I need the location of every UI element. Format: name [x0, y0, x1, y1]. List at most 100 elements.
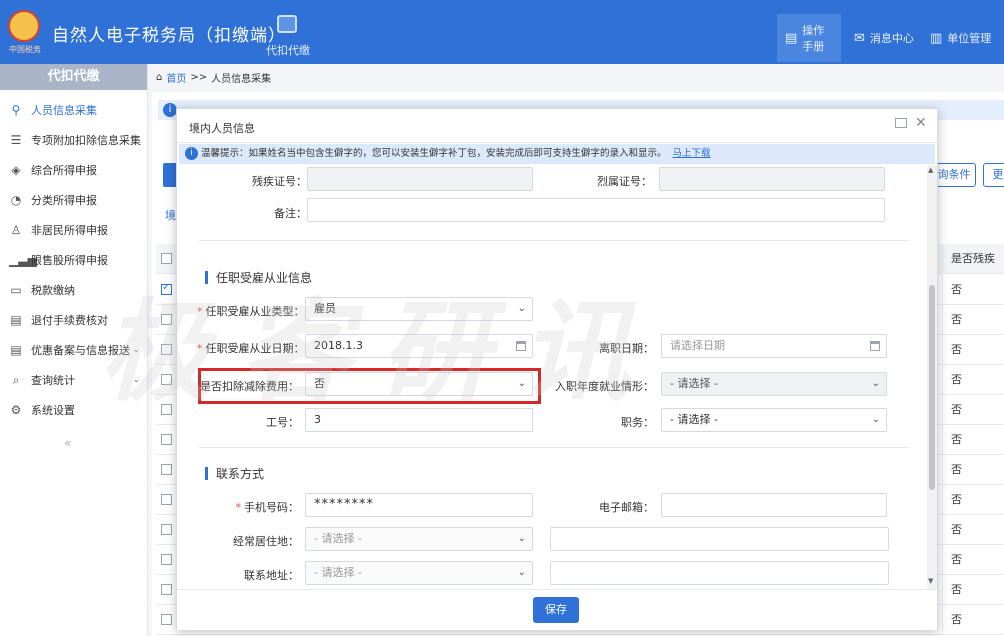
leave-date-field[interactable]: 请选择日期	[661, 334, 887, 358]
residence-detail-field[interactable]	[550, 527, 889, 551]
query-conditions-button[interactable]: 询条件	[932, 163, 976, 187]
sidebar-heading: 代扣代缴	[0, 64, 147, 90]
row-checkbox[interactable]	[161, 614, 172, 625]
tip-text: 温馨提示：如果姓名当中包含生僻字的，您可以安装生僻字补丁包，安装完成后即可支持生…	[201, 148, 667, 159]
sidebar-item-tax-payment[interactable]: ▭ 税款缴纳	[0, 275, 148, 305]
bars-icon: ▁▃▅	[9, 253, 37, 267]
job-no-label: 工号：	[266, 416, 299, 429]
phone-label: * 手机号码：	[235, 501, 300, 514]
person-info-dialog: 境内人员信息 ✕ i 温馨提示：如果姓名当中包含生僻字的，您可以安装生僻字补丁包…	[176, 108, 938, 630]
cell-disabled: 否	[942, 335, 1004, 365]
background-primary-button[interactable]	[163, 163, 177, 187]
app-title: 自然人电子税务局（扣缴端）	[52, 26, 286, 46]
employment-type-select[interactable]: 雇员 ⌄	[305, 297, 533, 321]
row-checkbox[interactable]	[161, 464, 172, 475]
wallet-icon[interactable]	[277, 15, 297, 33]
employment-type-label: * 任职受雇从业类型：	[197, 305, 305, 318]
close-icon[interactable]: ✕	[915, 115, 927, 131]
position-select[interactable]: - 请选择 - ⌄	[661, 408, 887, 432]
dialog-footer: 保存	[177, 589, 937, 630]
disability-no-label: 残疾证号：	[252, 175, 307, 188]
contact-address-label: 联系地址：	[244, 569, 299, 582]
tab-domestic[interactable]: 境	[165, 207, 176, 223]
job-no-field[interactable]: 3	[305, 408, 533, 432]
calendar-icon	[516, 341, 526, 351]
download-link[interactable]: 马上下载	[673, 148, 711, 159]
cell-disabled: 否	[942, 455, 1004, 485]
row-checkbox[interactable]	[161, 494, 172, 505]
row-checkbox[interactable]	[161, 344, 172, 355]
employment-date-field[interactable]: 2018.1.3	[305, 334, 533, 358]
scroll-thumb[interactable]	[929, 285, 935, 490]
row-checkbox[interactable]	[161, 314, 172, 325]
phone-field[interactable]: ********	[305, 493, 533, 517]
entry-year-select[interactable]: - 请选择 - ⌄	[661, 372, 887, 396]
dialog-tip: i 温馨提示：如果姓名当中包含生僻字的，您可以安装生僻字补丁包，安装完成后即可支…	[179, 144, 935, 164]
position-label: 职务：	[621, 416, 654, 429]
dialog-scrollbar[interactable]: ▲ ▼	[927, 165, 937, 589]
sidebar-item-nonresident[interactable]: ♙ 非居民所得申报	[0, 215, 148, 245]
top-header: 中国税务 自然人电子税务局（扣缴端） 代扣代缴 ▤ 操作手册 ✉ 消息中心 ▥ …	[0, 0, 1004, 64]
dialog-header: 境内人员信息 ✕	[177, 109, 937, 143]
row-checkbox[interactable]	[161, 404, 172, 415]
email-field[interactable]	[661, 493, 887, 517]
sidebar-item-restricted-shares[interactable]: ▁▃▅ 限售股所得申报	[0, 245, 148, 275]
martyr-no-field[interactable]	[659, 167, 885, 191]
cell-disabled: 否	[942, 485, 1004, 515]
chevron-down-icon: ⌄	[871, 378, 880, 389]
sidebar-item-query-stats[interactable]: ⌕ 查询统计 ⌄	[0, 365, 148, 395]
user-icon: ♙	[10, 223, 22, 237]
info-icon: i	[163, 103, 177, 117]
message-center-button[interactable]: ✉ 消息中心	[846, 14, 922, 62]
breadcrumb-home[interactable]: 首页	[166, 70, 186, 85]
employment-date-label: * 任职受雇从业日期：	[197, 342, 305, 355]
collapse-sidebar-button[interactable]: «	[64, 436, 71, 450]
manual-button[interactable]: ▤ 操作手册	[777, 14, 841, 62]
more-button[interactable]: 更	[983, 163, 1004, 187]
row-checkbox[interactable]	[161, 554, 172, 565]
person-icon: ⚲	[11, 103, 21, 117]
nav-withholding[interactable]: 代扣代缴	[262, 42, 314, 58]
scroll-down-icon[interactable]: ▼	[928, 577, 933, 585]
dialog-title: 境内人员信息	[189, 122, 255, 135]
disability-no-field[interactable]	[307, 167, 533, 191]
maximize-icon[interactable]	[895, 118, 907, 128]
doc-icon: ▤	[10, 313, 22, 327]
cell-disabled: 否	[942, 545, 1004, 575]
sidebar-item-settings[interactable]: ⚙ 系统设置	[0, 395, 148, 425]
sidebar-item-special-deduction[interactable]: ☰ 专项附加扣除信息采集	[0, 125, 148, 155]
doc-icon: ▤	[10, 343, 22, 357]
unit-management-button[interactable]: ▥ 单位管理	[922, 14, 999, 62]
select-all-checkbox[interactable]	[161, 253, 172, 264]
save-button[interactable]: 保存	[533, 597, 579, 623]
row-checkbox[interactable]	[161, 374, 172, 385]
cell-disabled: 否	[942, 425, 1004, 455]
chevron-down-icon: ⌄	[871, 414, 880, 425]
cell-disabled: 否	[942, 365, 1004, 395]
sidebar-item-preference-filing[interactable]: ▤ 优惠备案与信息报送 ⌄	[0, 335, 148, 365]
chevron-down-icon: ⌄	[517, 567, 526, 578]
folder-icon: ▭	[10, 283, 22, 297]
row-checkbox[interactable]	[161, 434, 172, 445]
scroll-up-icon[interactable]: ▲	[928, 166, 933, 174]
chevron-down-icon: ⌄	[132, 375, 140, 385]
row-checkbox[interactable]	[161, 524, 172, 535]
residence-label: 经常居住地：	[233, 535, 299, 548]
sidebar-item-classified-income[interactable]: ◔ 分类所得申报	[0, 185, 148, 215]
breadcrumb-sep: >>	[190, 72, 208, 83]
remark-field[interactable]	[307, 198, 885, 222]
remark-label: 备注：	[274, 207, 307, 220]
sidebar-item-person-info[interactable]: ⚲ 人员信息采集	[0, 95, 148, 125]
divider	[199, 447, 909, 448]
breadcrumb: ⌂ 首页 >> 人员信息采集	[156, 70, 271, 85]
residence-select[interactable]: - 请选择 - ⌄	[305, 527, 533, 551]
sidebar-item-refund-check[interactable]: ▤ 退付手续费核对	[0, 305, 148, 335]
row-checkbox[interactable]	[161, 282, 172, 295]
row-checkbox[interactable]	[161, 584, 172, 595]
contact-address-select[interactable]: - 请选择 - ⌄	[305, 561, 533, 585]
contact-address-detail-field[interactable]	[550, 561, 889, 585]
chevron-down-icon: ⌄	[517, 303, 526, 314]
search-icon: ⌕	[12, 372, 20, 387]
logo-caption: 中国税务	[9, 45, 41, 54]
sidebar-item-comprehensive-income[interactable]: ◈ 综合所得申报	[0, 155, 148, 185]
